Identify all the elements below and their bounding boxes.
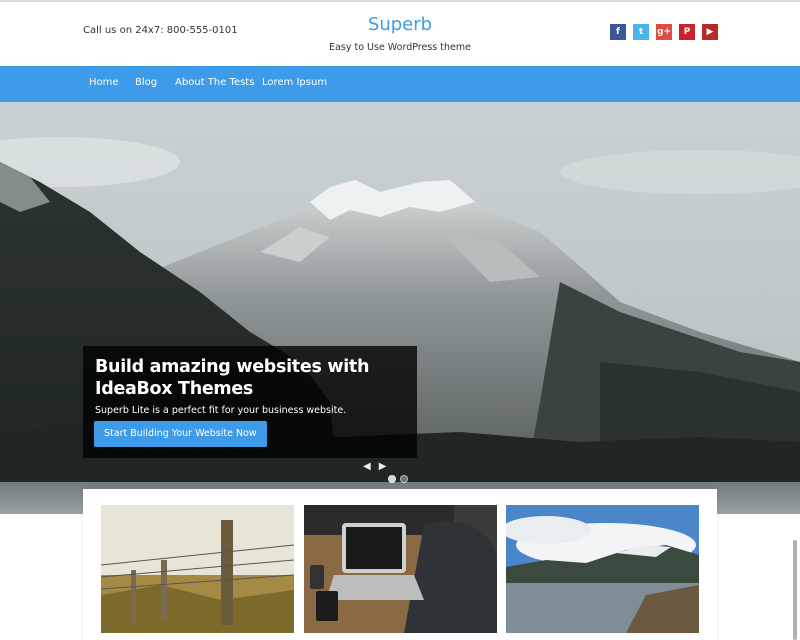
slide-dot[interactable] (400, 475, 408, 483)
slider-arrows: ◀ ▶ (363, 461, 386, 472)
previous-slide-icon[interactable]: ◀ (363, 461, 371, 472)
featured-image-fence[interactable] (101, 505, 294, 633)
nav-item-lorem-ipsum[interactable]: Lorem Ipsum (262, 77, 327, 88)
nav-item-home[interactable]: Home (89, 77, 119, 88)
hero-slider: Build amazing websites with IdeaBox Them… (0, 102, 800, 514)
start-building-button[interactable]: Start Building Your Website Now (94, 421, 267, 447)
slider-pagination (388, 475, 408, 483)
pinterest-icon[interactable]: P (679, 24, 695, 40)
site-header: Call us on 24x7: 800-555-0101 Superb Eas… (0, 0, 800, 66)
hero-subtext: Superb Lite is a perfect fit for your bu… (95, 405, 347, 416)
site-tagline: Easy to Use WordPress theme (329, 42, 471, 53)
main-navigation: Home Blog About The Tests Lorem Ipsum (0, 66, 800, 102)
facebook-icon[interactable]: f (610, 24, 626, 40)
social-links: f t g+ P ▶ (610, 24, 718, 40)
featured-image-laptop[interactable] (304, 505, 497, 633)
featured-image-lake[interactable] (506, 505, 699, 633)
nav-item-about-the-tests[interactable]: About The Tests (175, 77, 254, 88)
featured-section (83, 489, 717, 640)
youtube-icon[interactable]: ▶ (702, 24, 718, 40)
nav-item-blog[interactable]: Blog (135, 77, 157, 88)
google-plus-icon[interactable]: g+ (656, 24, 672, 40)
page-scrollbar[interactable] (793, 540, 797, 640)
slide-dot[interactable] (388, 475, 396, 483)
next-slide-icon[interactable]: ▶ (379, 461, 387, 472)
hero-headline: Build amazing websites with IdeaBox Them… (95, 357, 370, 399)
hero-caption: Build amazing websites with IdeaBox Them… (83, 346, 417, 458)
twitter-icon[interactable]: t (633, 24, 649, 40)
